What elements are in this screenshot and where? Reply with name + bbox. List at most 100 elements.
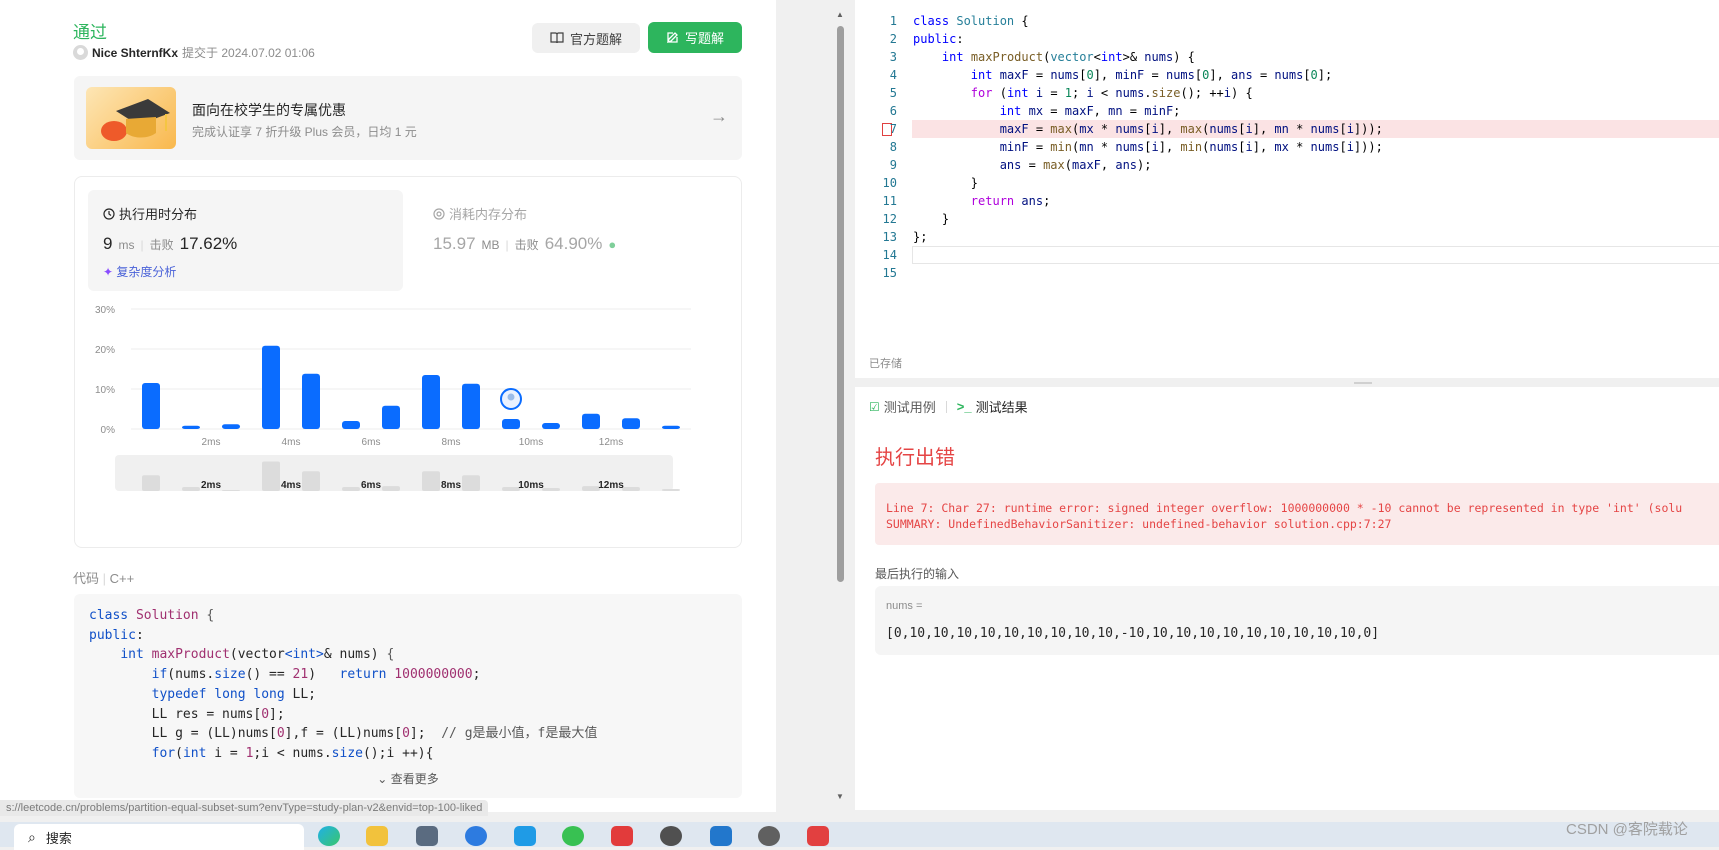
result-tabs: ☑ 测试用例 >_ 测试结果 (869, 397, 1028, 416)
result-panel: ☑ 测试用例 >_ 测试结果 执行出错 Line 7: Char 27: run… (855, 387, 1719, 810)
divider: | (140, 238, 144, 252)
tab-divider (945, 400, 947, 413)
overview-tick-label: 12ms (598, 480, 624, 491)
edge-icon[interactable] (318, 826, 340, 846)
memory-icon (433, 207, 445, 220)
windows-taskbar: ⌕ 搜索 (0, 822, 1719, 850)
runtime-title-label: 执行用时分布 (119, 207, 198, 222)
code-block: class Solution { public: int maxProduct(… (89, 608, 598, 761)
histogram-bar (182, 425, 200, 429)
x-tick-label: 8ms (442, 437, 461, 448)
wps-icon[interactable] (807, 826, 829, 846)
sparkle-icon: ✦ (103, 265, 114, 279)
runtime-number: 9 (103, 234, 113, 253)
submission-status: 通过 (73, 23, 107, 42)
overview-bar (182, 487, 200, 491)
panel-resize-handle[interactable] (855, 378, 1719, 387)
memory-distribution-tab[interactable]: 消耗内存分布 15.97 MB | 击败 64.90% ● (418, 190, 718, 291)
leaf-icon: ● (608, 237, 617, 252)
submitter-info: Nice ShternfKx 提交于 2024.07.02 01:06 (73, 44, 315, 61)
code-language: C++ (109, 571, 135, 586)
histogram-bar (662, 425, 680, 429)
overview-bar (342, 487, 360, 491)
editor-code[interactable]: class Solution { public: int maxProduct(… (913, 12, 1383, 246)
memory-title: 消耗内存分布 (433, 204, 527, 223)
complexity-analysis-link[interactable]: ✦ 复杂度分析 (103, 263, 176, 280)
arrow-right-icon[interactable]: → (710, 106, 728, 127)
runtime-beat-label: 击败 (149, 238, 174, 252)
error-title: 执行出错 (875, 447, 955, 469)
left-scrollbar-thumb[interactable] (837, 26, 844, 582)
runtime-distribution-tab[interactable]: 执行用时分布 9 ms | 击败 17.62% ✦ 复杂度分析 (88, 190, 403, 291)
write-solution-label: 写题解 (684, 31, 724, 46)
runtime-value: 9 ms | 击败 17.62% (103, 234, 237, 254)
see-more-button[interactable]: ⌄ 查看更多 (74, 770, 742, 787)
official-solution-button[interactable]: 官方题解 (532, 23, 640, 53)
input-value: [0,10,10,10,10,10,10,10,10,10,-10,10,10,… (886, 626, 1380, 641)
overview-bar (422, 471, 440, 491)
last-input-label: 最后执行的输入 (875, 567, 960, 581)
camera-icon[interactable] (416, 826, 438, 846)
x-tick-label: 12ms (599, 437, 623, 448)
clock-icon (103, 207, 115, 220)
histogram-bar (422, 375, 440, 429)
runtime-unit: ms (118, 238, 135, 252)
x-tick-label: 4ms (282, 437, 301, 448)
scroll-up-arrow-icon[interactable]: ▲ (836, 10, 844, 19)
watermark: CSDN @客院载论 (1566, 821, 1688, 838)
official-solution-label: 官方题解 (569, 31, 622, 47)
user-avatar[interactable] (73, 45, 88, 60)
browser-icon[interactable] (465, 826, 487, 846)
last-input-box: nums = [0,10,10,10,10,10,10,10,10,10,-10… (875, 586, 1719, 655)
taskbar-search[interactable]: ⌕ 搜索 (14, 824, 304, 850)
memory-title-label: 消耗内存分布 (449, 207, 528, 222)
error-message-box: Line 7: Char 27: runtime error: signed i… (875, 483, 1719, 545)
checkbox-icon: ☑ (869, 399, 880, 414)
app-icon[interactable] (514, 826, 536, 846)
settings-gear-icon[interactable] (758, 826, 780, 846)
scroll-down-arrow-icon[interactable]: ▼ (836, 792, 844, 801)
code-editor[interactable]: 1 2 3 4 5 6 7 8 9 10 11 12 13 14 15 clas… (855, 0, 1719, 378)
histogram-bar (302, 373, 320, 429)
graduation-cap-illustration (86, 87, 176, 149)
promo-title: 面向在校学生的专属优惠 (192, 102, 346, 118)
runtime-title: 执行用时分布 (103, 204, 197, 223)
submitted-code: class Solution { public: int maxProduct(… (74, 594, 742, 798)
status-url: s://leetcode.cn/problems/partition-equal… (0, 800, 489, 816)
tab-result[interactable]: >_ 测试结果 (957, 397, 1028, 416)
write-solution-button[interactable]: 写题解 (648, 22, 742, 53)
histogram-bar (382, 405, 400, 429)
x-tick-label: 10ms (519, 437, 543, 448)
folder-icon[interactable] (366, 826, 388, 846)
book-icon (550, 32, 564, 44)
memory-unit: MB (481, 238, 500, 252)
line-numbers: 1 2 3 4 5 6 7 8 9 10 11 12 13 14 15 (882, 14, 897, 280)
music-icon[interactable] (611, 826, 633, 846)
edit-icon (666, 32, 678, 44)
wechat-icon[interactable] (562, 826, 584, 846)
memory-number: 15.97 (433, 234, 476, 253)
overview-bar (302, 471, 320, 491)
code-section-label: 代码 | C++ (73, 571, 135, 586)
y-tick-label: 10% (95, 385, 115, 396)
error-line-1: Line 7: Char 27: runtime error: signed i… (886, 501, 1683, 515)
y-tick-label: 0% (101, 425, 116, 436)
user-name[interactable]: Nice ShternfKx (92, 46, 178, 60)
divider: | (505, 238, 509, 252)
clock-app-icon[interactable] (660, 826, 682, 846)
search-icon: ⌕ (28, 828, 36, 845)
histogram-bar (582, 413, 600, 429)
drag-handle-icon[interactable] (1354, 382, 1372, 384)
chevron-down-icon: ⌄ (377, 772, 388, 786)
search-label: 搜索 (45, 830, 72, 846)
runtime-histogram[interactable]: 30% 20% 10% 0% 2ms 4ms 6ms 8ms 10ms 12ms 2ms 4ms 6ms… (75, 297, 743, 549)
histogram-bar (462, 383, 480, 429)
vpn-icon[interactable] (710, 826, 732, 846)
overview-bar (462, 475, 480, 491)
tab-testcase[interactable]: ☑ 测试用例 (869, 397, 936, 416)
student-promo-banner[interactable]: 面向在校学生的专属优惠 完成认证享 7 折升级 Plus 会员，日均 1 元 → (74, 76, 742, 160)
x-tick-label: 6ms (362, 437, 381, 448)
histogram-bar (142, 383, 160, 429)
overview-bar (382, 486, 400, 491)
stats-card: 执行用时分布 9 ms | 击败 17.62% ✦ 复杂度分析 消耗内存分布 1… (74, 176, 742, 548)
